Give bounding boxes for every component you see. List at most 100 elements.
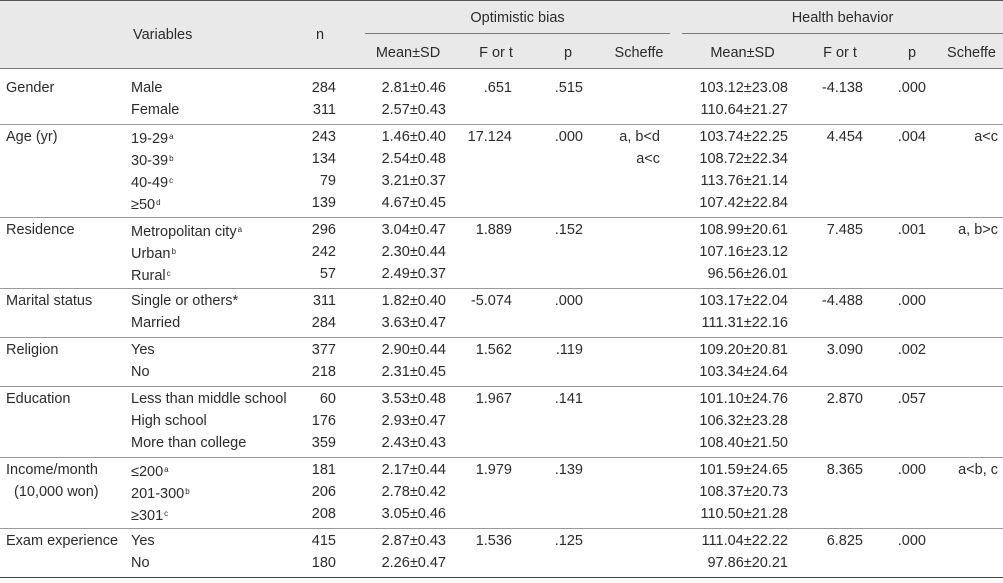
category-label: Married — [131, 315, 181, 331]
ob-mean-sd: 2.54±0.48 — [381, 151, 446, 167]
group-label: Education — [6, 391, 71, 407]
header-variables: Variables — [133, 27, 193, 43]
category-label: ≤200a — [131, 461, 169, 481]
category-label: Metropolitan citya — [131, 221, 242, 241]
hb-mean-sd: 103.17±22.04 — [699, 293, 788, 309]
hb-p-value: .000 — [897, 80, 926, 96]
n-value: 57 — [319, 266, 336, 282]
table-bottom-rule — [0, 577, 1003, 578]
group-separator — [0, 217, 1003, 218]
group-superscript: a — [237, 225, 243, 234]
n-value: 284 — [311, 80, 336, 96]
category-text: ≤200 — [131, 464, 164, 480]
category-label: 30-39b — [131, 150, 174, 170]
ob-mean-sd: 2.90±0.44 — [381, 342, 446, 358]
ob-mean-sd: 2.49±0.37 — [381, 266, 446, 282]
n-value: 377 — [311, 342, 336, 358]
group-superscript: d — [156, 198, 161, 207]
health-behavior-underline — [682, 33, 1003, 34]
group-label: Marital status — [6, 293, 93, 309]
ob-mean-sd: 4.67±0.45 — [381, 195, 446, 211]
group-separator — [0, 528, 1003, 529]
category-label: Urbanb — [131, 243, 176, 263]
n-value: 242 — [311, 244, 336, 260]
hb-p-value: .004 — [897, 129, 926, 145]
ob-f-or-t: 1.562 — [475, 342, 512, 358]
header-hb-mean-sd: Mean±SD — [710, 45, 775, 61]
category-text: Metropolitan city — [131, 224, 237, 240]
n-value: 311 — [312, 293, 336, 309]
n-value: 60 — [319, 391, 336, 407]
hb-f-or-t: 6.825 — [826, 533, 863, 549]
category-label: ≥301c — [131, 505, 168, 525]
ob-mean-sd: 2.30±0.44 — [381, 244, 446, 260]
category-label: 40-49c — [131, 172, 173, 192]
hb-mean-sd: 103.34±24.64 — [699, 364, 788, 380]
hb-mean-sd: 106.32±23.28 — [699, 413, 788, 429]
hb-p-value: .000 — [897, 533, 926, 549]
n-value: 284 — [311, 315, 336, 331]
category-label: ≥50d — [131, 194, 161, 214]
group-label: Age (yr) — [6, 129, 58, 145]
category-text: 19-29 — [131, 131, 169, 147]
category-label: No — [131, 555, 150, 571]
hb-p-value: .000 — [897, 293, 926, 309]
group-separator — [0, 288, 1003, 289]
category-text: 30-39 — [131, 153, 169, 169]
ob-mean-sd: 3.21±0.37 — [381, 173, 446, 189]
category-label: High school — [131, 413, 207, 429]
header-ob-p: p — [563, 45, 573, 61]
hb-mean-sd: 113.76±21.14 — [700, 173, 788, 189]
category-label: Less than middle school — [131, 391, 287, 407]
hb-mean-sd: 107.16±23.12 — [699, 244, 788, 260]
category-label: Single or others* — [131, 293, 239, 309]
ob-p-value: .152 — [554, 222, 583, 238]
category-text: Rural — [131, 268, 166, 284]
group-separator — [0, 124, 1003, 125]
n-value: 79 — [319, 173, 336, 189]
hb-mean-sd: 103.12±23.08 — [699, 80, 788, 96]
ob-mean-sd: 1.82±0.40 — [381, 293, 446, 309]
hb-f-or-t: 4.454 — [826, 129, 863, 145]
hb-p-value: .057 — [897, 391, 926, 407]
group-superscript: c — [164, 509, 169, 518]
ob-f-or-t: -5.074 — [470, 293, 512, 309]
ob-f-or-t: 1.967 — [475, 391, 512, 407]
group-superscript: b — [171, 247, 176, 256]
hb-mean-sd: 97.86±20.21 — [707, 555, 788, 571]
ob-mean-sd: 2.57±0.43 — [381, 102, 446, 118]
category-label: Yes — [131, 533, 155, 549]
n-value: 359 — [311, 435, 336, 451]
ob-mean-sd: 2.26±0.47 — [381, 555, 446, 571]
group-separator — [0, 337, 1003, 338]
hb-f-or-t: 8.365 — [826, 462, 863, 478]
header-ob-mean-sd: Mean±SD — [375, 45, 441, 61]
n-value: 181 — [311, 462, 336, 478]
ob-mean-sd: 2.31±0.45 — [381, 364, 446, 380]
ob-mean-sd: 3.53±0.48 — [381, 391, 446, 407]
ob-f-or-t: 1.979 — [475, 462, 512, 478]
category-label: Female — [131, 102, 180, 118]
n-value: 243 — [311, 129, 336, 145]
n-value: 218 — [311, 364, 336, 380]
category-label: Ruralc — [131, 265, 171, 285]
group-label: Exam experience — [6, 533, 119, 549]
hb-mean-sd: 110.64±21.27 — [700, 102, 788, 118]
ob-p-value: .515 — [554, 80, 583, 96]
ob-p-value: .000 — [554, 293, 583, 309]
ob-mean-sd: 2.17±0.44 — [381, 462, 446, 478]
header-hb-p: p — [907, 45, 917, 61]
category-label: 19-29a — [131, 128, 174, 148]
results-table: Variables n Optimistic bias Health behav… — [0, 0, 1003, 583]
hb-p-value: .002 — [897, 342, 926, 358]
n-value: 134 — [311, 151, 336, 167]
ob-p-value: .000 — [554, 129, 583, 145]
hb-mean-sd: 103.74±22.25 — [699, 129, 788, 145]
group-superscript: a — [169, 132, 174, 141]
group-label: Income/month — [6, 462, 98, 478]
ob-p-value: .125 — [554, 533, 583, 549]
group-label: Gender — [6, 80, 55, 96]
header-n: n — [315, 27, 325, 43]
hb-p-value: .001 — [897, 222, 926, 238]
group-superscript: a — [164, 465, 169, 474]
